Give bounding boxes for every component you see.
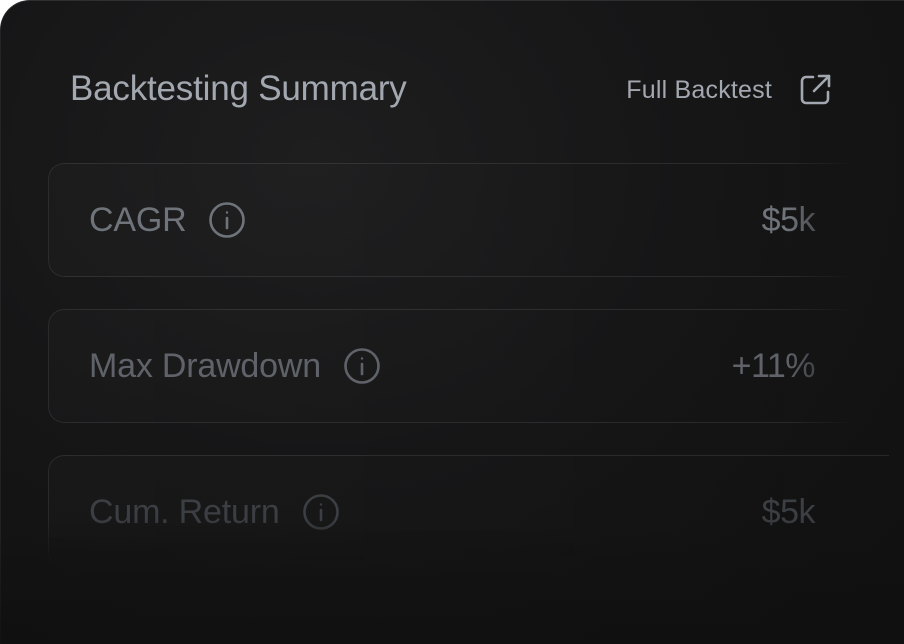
metric-value: +11%: [731, 346, 816, 385]
card-title: Backtesting Summary: [70, 69, 407, 108]
metric-value: $5k: [761, 200, 816, 239]
metric-row-max-drawdown: Max Drawdown +11%: [48, 309, 889, 423]
metric-label: Max Drawdown: [89, 346, 321, 385]
info-icon[interactable]: [343, 347, 381, 385]
metric-row-cagr: CAGR $5k: [48, 163, 889, 277]
info-icon[interactable]: [302, 493, 340, 531]
backtesting-summary-card: Backtesting Summary Full Backtest CAGR $…: [0, 0, 904, 644]
info-icon[interactable]: [208, 201, 246, 239]
metric-value: $5k: [761, 492, 816, 531]
metric-label: Cum. Return: [89, 492, 280, 531]
full-backtest-link[interactable]: Full Backtest: [626, 70, 832, 110]
metric-row-cum-return: Cum. Return $5k: [48, 455, 889, 569]
external-link-icon: [798, 73, 832, 107]
metric-label: CAGR: [89, 200, 187, 239]
full-backtest-label: Full Backtest: [626, 75, 772, 104]
